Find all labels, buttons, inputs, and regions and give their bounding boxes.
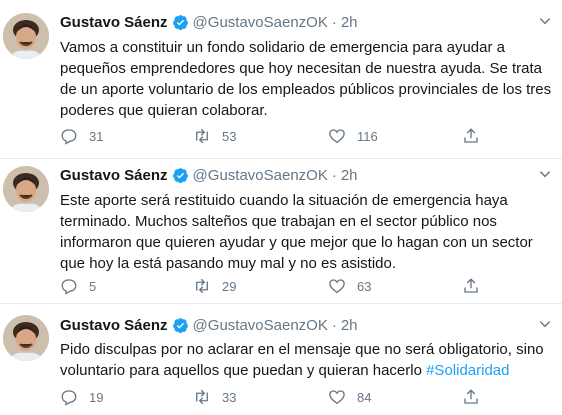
avatar[interactable]: [3, 13, 49, 59]
like-count: 84: [357, 389, 372, 405]
author-handle[interactable]: @GustavoSaenzOK: [193, 317, 328, 334]
like-count: 63: [357, 278, 372, 294]
tweet-header: Gustavo Sáenz @GustavoSaenzOK · 2h: [60, 13, 358, 31]
heart-icon: [329, 279, 345, 294]
like-button[interactable]: 63: [328, 276, 371, 296]
avatar[interactable]: [3, 166, 49, 212]
share-button[interactable]: [462, 126, 480, 146]
reply-button[interactable]: 19: [60, 387, 103, 407]
tweet-time[interactable]: 2h: [341, 167, 358, 184]
retweet-icon: [196, 278, 208, 294]
author-handle[interactable]: @GustavoSaenzOK: [193, 14, 328, 31]
verified-badge-icon: [172, 167, 189, 184]
tweet[interactable]: Gustavo Sáenz @GustavoSaenzOK · 2h Pido …: [0, 304, 562, 415]
avatar[interactable]: [3, 315, 49, 361]
author-name[interactable]: Gustavo Sáenz: [60, 14, 168, 31]
share-button[interactable]: [462, 387, 480, 407]
hashtag-link[interactable]: #Solidaridad: [426, 362, 509, 379]
chevron-down-icon[interactable]: [538, 14, 552, 28]
heart-icon: [329, 129, 345, 144]
retweet-button[interactable]: 53: [193, 126, 236, 146]
retweet-button[interactable]: 29: [193, 276, 236, 296]
like-button[interactable]: 116: [328, 126, 378, 146]
retweet-button[interactable]: 33: [193, 387, 236, 407]
reply-icon: [61, 129, 77, 145]
tweet-text: Este aporte será restituido cuando la si…: [60, 192, 533, 272]
retweet-icon: [196, 128, 208, 144]
like-button[interactable]: 84: [328, 387, 371, 407]
tweet-text: Pido disculpas por no aclarar en el mens…: [60, 341, 544, 379]
reply-button[interactable]: 5: [60, 276, 96, 296]
tweet-time[interactable]: 2h: [341, 14, 358, 31]
reply-button[interactable]: 31: [60, 126, 103, 146]
reply-count: 19: [89, 389, 104, 405]
reply-count: 31: [89, 128, 104, 144]
like-count: 116: [357, 128, 378, 144]
tweet-feed: Gustavo Sáenz @GustavoSaenzOK · 2h Vamos…: [0, 0, 562, 415]
retweet-count: 33: [222, 389, 237, 405]
author-name[interactable]: Gustavo Sáenz: [60, 167, 168, 184]
verified-badge-icon: [172, 317, 189, 334]
retweet-count: 29: [222, 278, 237, 294]
tweet-time[interactable]: 2h: [341, 317, 358, 334]
share-icon: [464, 128, 478, 143]
share-icon: [464, 389, 478, 404]
chevron-down-icon[interactable]: [538, 317, 552, 331]
tweet-actions: 31 53 116: [60, 126, 540, 146]
share-button[interactable]: [462, 276, 480, 296]
reply-count: 5: [89, 278, 97, 294]
verified-badge-icon: [172, 14, 189, 31]
tweet[interactable]: Gustavo Sáenz @GustavoSaenzOK · 2h Este …: [0, 159, 562, 304]
author-name[interactable]: Gustavo Sáenz: [60, 317, 168, 334]
tweet-text: Vamos a constituir un fondo solidario de…: [60, 39, 552, 119]
reply-icon: [61, 390, 77, 406]
retweet-icon: [196, 389, 208, 405]
tweet-actions: 5 29 63: [60, 276, 540, 296]
tweet-actions: 19 33 84: [60, 387, 540, 407]
tweet-header: Gustavo Sáenz @GustavoSaenzOK · 2h: [60, 316, 358, 334]
tweet-header: Gustavo Sáenz @GustavoSaenzOK · 2h: [60, 166, 358, 184]
share-icon: [464, 278, 478, 293]
retweet-count: 53: [222, 128, 237, 144]
tweet[interactable]: Gustavo Sáenz @GustavoSaenzOK · 2h Vamos…: [0, 0, 562, 159]
author-handle[interactable]: @GustavoSaenzOK: [193, 167, 328, 184]
reply-icon: [61, 279, 77, 295]
heart-icon: [329, 390, 345, 405]
chevron-down-icon[interactable]: [538, 167, 552, 181]
